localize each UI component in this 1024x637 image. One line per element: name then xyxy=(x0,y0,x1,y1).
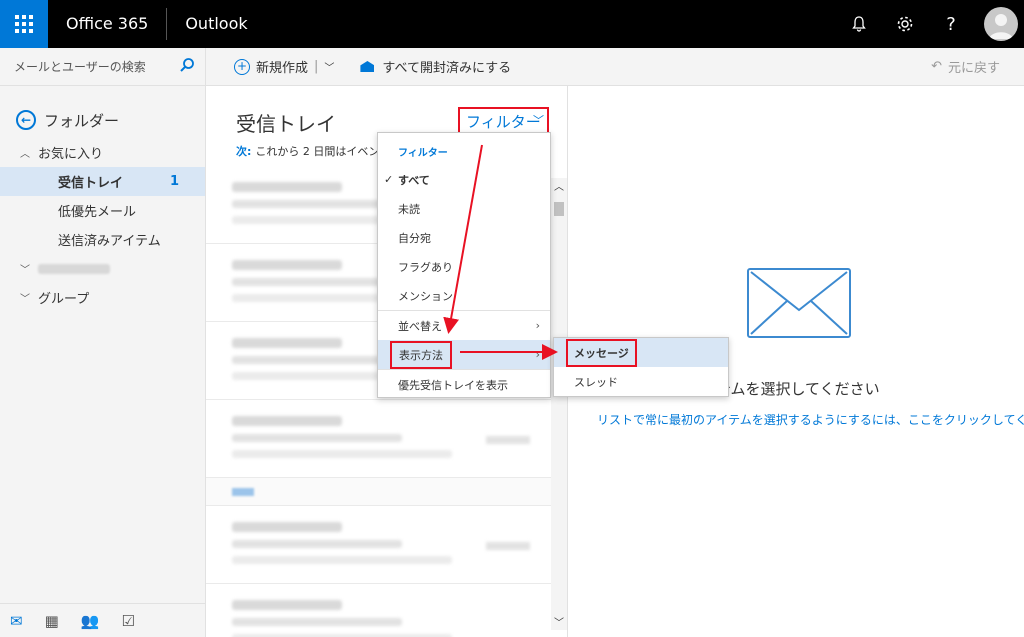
chevron-down-icon[interactable]: ﹀ xyxy=(20,261,32,276)
account-folder-toggle[interactable]: ﹀ xyxy=(0,254,205,283)
favorites-toggle[interactable]: ︿ お気に入り xyxy=(0,138,205,167)
unread-count-badge: 1 xyxy=(169,174,179,189)
chevron-down-icon[interactable]: ﹀ xyxy=(324,59,334,74)
people-icon[interactable]: 👥 xyxy=(81,612,100,630)
gear-icon[interactable] xyxy=(882,0,928,48)
chevron-down-icon[interactable]: ﹀ xyxy=(533,112,544,128)
new-message-button[interactable]: + 新規作成 | ﹀ xyxy=(234,48,334,86)
undo-button[interactable]: ↶ 元に戻す xyxy=(931,48,1000,86)
list-item[interactable] xyxy=(206,584,552,637)
search-icon[interactable] xyxy=(179,57,195,77)
checkmark-icon: ✓ xyxy=(384,173,394,186)
submenu-item-message[interactable]: メッセージ xyxy=(554,338,728,367)
account-name-blurred xyxy=(38,263,110,274)
calendar-icon[interactable]: ▦ xyxy=(45,612,59,630)
back-arrow-icon[interactable]: ← xyxy=(16,110,36,130)
sidebar-item-label: 低優先メール xyxy=(58,205,137,220)
menu-item-focused-inbox[interactable]: 優先受信トレイを表示 xyxy=(378,370,550,399)
folders-label: フォルダー xyxy=(44,111,120,130)
sidebar-item-label: 受信トレイ xyxy=(58,176,124,191)
display-as-submenu: メッセージ スレッド xyxy=(553,337,729,397)
bell-icon[interactable] xyxy=(836,0,882,48)
bottom-app-nav: ✉ ▦ 👥 ☑ xyxy=(0,603,206,637)
submenu-item-conversation[interactable]: スレッド xyxy=(554,367,728,396)
folders-header[interactable]: ← フォルダー xyxy=(0,108,205,132)
list-item[interactable] xyxy=(206,506,552,584)
menu-item-to-me[interactable]: 自分宛 xyxy=(378,223,550,252)
app-name[interactable]: Outlook xyxy=(167,0,265,48)
waffle-icon[interactable] xyxy=(0,0,48,48)
search-box[interactable]: メールとユーザーの検索 xyxy=(0,48,205,86)
command-bar: + 新規作成 | ﹀ すべて開封済みにする ↶ 元に戻す xyxy=(206,48,1024,86)
menu-item-unread[interactable]: 未読 xyxy=(378,194,550,223)
scroll-thumb[interactable] xyxy=(554,202,564,216)
undo-label: 元に戻す xyxy=(947,61,1000,76)
groups-toggle[interactable]: ﹀ グループ xyxy=(0,283,205,312)
auto-select-link[interactable]: リストで常に最初のアイテムを選択するようにするには、ここをクリックしてください xyxy=(597,411,1024,428)
new-separator: | xyxy=(314,59,319,74)
tasks-icon[interactable]: ☑ xyxy=(121,612,134,630)
menu-item-mentions[interactable]: メンション xyxy=(378,281,550,310)
envelope-icon xyxy=(747,268,851,338)
sidebar-item-clutter[interactable]: 低優先メール xyxy=(0,196,205,225)
chevron-up-icon[interactable]: ︿ xyxy=(20,145,32,160)
sidebar-item-sent[interactable]: 送信済みアイテム xyxy=(0,225,205,254)
top-bar: Office 365 Outlook ? xyxy=(0,0,1024,48)
new-label: 新規作成 xyxy=(256,61,309,76)
chevron-right-icon: › xyxy=(535,319,540,332)
menu-item-label: 未読 xyxy=(398,202,420,216)
sidebar-item-label: 送信済みアイテム xyxy=(58,234,161,249)
menu-item-flagged[interactable]: フラグあり xyxy=(378,252,550,281)
submenu-item-label: スレッド xyxy=(574,375,618,389)
scroll-down-icon[interactable]: ﹀ xyxy=(551,614,567,630)
menu-item-label: フラグあり xyxy=(398,260,453,274)
submenu-item-label: メッセージ xyxy=(566,338,637,367)
plus-icon: + xyxy=(234,58,250,75)
undo-icon: ↶ xyxy=(931,59,942,74)
menu-item-display-as[interactable]: 表示方法 › xyxy=(378,340,550,369)
menu-item-label: 優先受信トレイを表示 xyxy=(398,378,508,392)
menu-item-label: メンション xyxy=(398,289,453,303)
mark-all-read-label: すべて開封済みにする xyxy=(382,61,512,76)
menu-item-label: 自分宛 xyxy=(398,231,431,245)
navigation-pane: メールとユーザーの検索 ← フォルダー ︿ お気に入り 受信トレイ 1 低優先メ… xyxy=(0,48,206,637)
help-icon[interactable]: ? xyxy=(928,0,974,48)
mail-icon[interactable]: ✉ xyxy=(10,612,23,630)
menu-item-all[interactable]: ✓ すべて xyxy=(378,165,550,194)
list-item[interactable] xyxy=(206,400,552,478)
menu-item-label: 表示方法 xyxy=(390,340,452,369)
next-label: 次: xyxy=(236,145,252,158)
sidebar-item-inbox[interactable]: 受信トレイ 1 xyxy=(0,167,205,196)
envelope-open-icon xyxy=(360,61,375,72)
list-scrollbar[interactable]: ︿ ﹀ xyxy=(551,178,567,630)
favorites-label: お気に入り xyxy=(38,147,104,162)
suite-name[interactable]: Office 365 xyxy=(48,0,166,48)
chevron-down-icon[interactable]: ﹀ xyxy=(20,290,32,305)
chevron-right-icon: › xyxy=(535,348,540,361)
menu-item-label: すべて xyxy=(398,173,430,187)
mark-all-read-button[interactable]: すべて開封済みにする xyxy=(360,48,511,86)
filter-menu: フィルター ✓ すべて 未読 自分宛 フラグあり メンション 並べ替え › 表示… xyxy=(377,132,551,398)
list-title: 受信トレイ xyxy=(236,112,336,136)
menu-item-label: 並べ替え xyxy=(398,319,442,333)
search-input[interactable]: メールとユーザーの検索 xyxy=(14,58,179,75)
scroll-up-icon[interactable]: ︿ xyxy=(551,178,567,194)
groups-label: グループ xyxy=(38,292,90,307)
menu-item-sort[interactable]: 並べ替え › xyxy=(378,311,550,340)
avatar[interactable] xyxy=(984,7,1018,41)
menu-header: フィルター xyxy=(398,148,448,159)
section-header-blurred xyxy=(206,478,552,506)
